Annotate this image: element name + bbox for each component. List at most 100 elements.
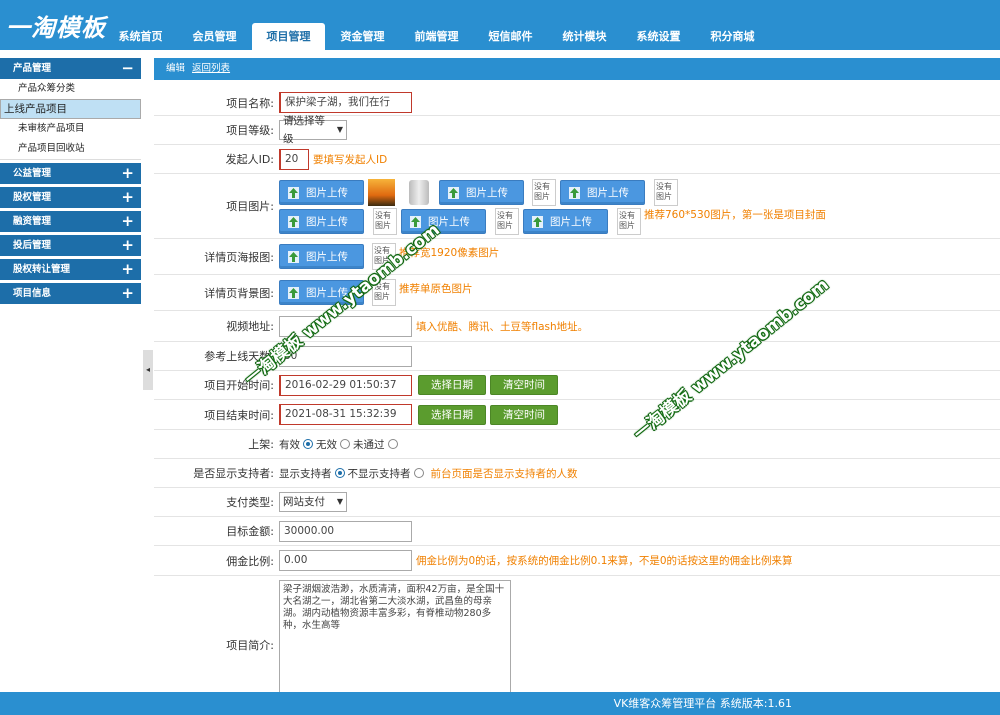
video-url-input[interactable] — [279, 315, 412, 337]
upload-button[interactable]: 图片上传 — [439, 180, 524, 205]
end-pick-date-button[interactable]: 选择日期 — [418, 404, 486, 425]
nav-projects[interactable]: 项目管理 — [252, 23, 325, 50]
sidebar-group-label: 产品管理 — [13, 63, 52, 74]
nav-frontend[interactable]: 前端管理 — [400, 23, 473, 50]
image-row-2: 图片上传 没有图片 图片上传 没有图片 图片上传 没有图片 推荐760*530图… — [279, 208, 826, 235]
sidebar-group-label: 项目信息 — [13, 288, 52, 299]
pay-type-select[interactable]: 网站支付 ▼ — [279, 492, 347, 512]
upload-button[interactable]: 图片上传 — [279, 180, 364, 205]
intro-textarea[interactable]: 梁子湖烟波浩渺，水质清清，面积42万亩，是全国十大名湖之一，湖北省第二大淡水湖，… — [279, 580, 511, 692]
shelf-radio-invalid[interactable] — [340, 439, 350, 449]
nav-sms-email[interactable]: 短信邮件 — [474, 23, 547, 50]
supporters-hint: 前台页面是否显示支持者的人数 — [430, 467, 578, 480]
target-amount-input[interactable]: 30000.00 — [279, 520, 412, 542]
show-supporters-radio[interactable] — [334, 468, 345, 478]
nav-points-mall[interactable]: 积分商城 — [696, 23, 769, 50]
field-label: 详情页背景图: — [204, 286, 274, 300]
upload-button[interactable]: 图片上传 — [523, 209, 608, 234]
shelf-radio-valid[interactable] — [303, 439, 313, 449]
level-select[interactable]: 请选择等级 ▼ — [279, 115, 347, 145]
expand-icon[interactable]: + — [121, 259, 134, 280]
upload-icon — [288, 250, 299, 263]
row-video: 视频地址: 填入优酷、腾讯、土豆等flash地址。 — [154, 311, 1000, 342]
row-pay-type: 支付类型: 网站支付 ▼ — [154, 488, 1000, 517]
upload-button[interactable]: 图片上传 — [279, 280, 364, 305]
start-time-input[interactable]: 2016-02-29 01:50:37 — [279, 374, 412, 396]
trash-icon[interactable] — [409, 180, 429, 205]
sidebar-group-equity[interactable]: 股权管理 + — [0, 187, 141, 208]
sidebar-group-label: 公益管理 — [13, 168, 52, 179]
poster-hint: 推荐宽1920像素图片 — [399, 246, 500, 259]
sidebar-group-charity[interactable]: 公益管理 + — [0, 163, 141, 184]
breadcrumb: 编辑 返回列表 — [154, 58, 1000, 80]
upload-icon — [532, 215, 543, 228]
no-image-placeholder: 没有图片 — [372, 279, 396, 306]
row-project-images: 项目图片: 图片上传 图片上传 没有图片 图片上传 没有图片 图片上传 没有图片… — [154, 174, 1000, 239]
footer: VK维客众筹管理平台 系统版本:1.61 — [0, 692, 1000, 715]
expand-icon[interactable]: + — [121, 283, 134, 304]
field-label: 项目结束时间: — [204, 408, 274, 422]
upload-button[interactable]: 图片上传 — [279, 244, 364, 269]
online-days-input[interactable]: 30 — [279, 345, 412, 367]
start-pick-date-button[interactable]: 选择日期 — [418, 375, 486, 395]
expand-icon[interactable]: + — [121, 187, 134, 208]
nav-funds[interactable]: 资金管理 — [326, 23, 399, 50]
upload-button[interactable]: 图片上传 — [560, 180, 645, 205]
no-image-placeholder: 没有图片 — [372, 243, 396, 270]
background-hint: 推荐单原色图片 — [399, 282, 473, 295]
initiator-hint: 要填写发起人ID — [313, 153, 388, 166]
nav-members[interactable]: 会员管理 — [178, 23, 251, 50]
sidebar-item-unreviewed[interactable]: 未审核产品项目 — [0, 119, 141, 139]
sidebar-group-equity-transfer[interactable]: 股权转让管理 + — [0, 259, 141, 280]
sidebar-item-categories[interactable]: 产品众筹分类 — [0, 79, 141, 99]
row-intro: 项目简介: 梁子湖烟波浩渺，水质清清，面积42万亩，是全国十大名湖之一，湖北省第… — [154, 576, 1000, 692]
sidebar-group-product[interactable]: 产品管理 − — [0, 58, 141, 79]
sidebar-group-label: 投后管理 — [13, 240, 52, 251]
upload-icon — [410, 215, 421, 228]
commission-input[interactable]: 0.00 — [279, 550, 412, 571]
nav-settings[interactable]: 系统设置 — [622, 23, 695, 50]
upload-icon — [288, 215, 299, 228]
no-image-placeholder: 没有图片 — [532, 179, 556, 206]
images-hint: 推荐760*530图片，第一张是项目封面 — [644, 209, 826, 221]
sidebar: 产品管理 − 产品众筹分类 上线产品项目 未审核产品项目 产品项目回收站 公益管… — [0, 58, 141, 692]
initiator-id-input[interactable]: 20 — [279, 148, 309, 170]
upload-icon — [448, 186, 459, 199]
start-clear-time-button[interactable]: 清空时间 — [490, 375, 558, 395]
sidebar-group-post-investment[interactable]: 投后管理 + — [0, 235, 141, 256]
shelf-option-rejected-label: 未通过 — [353, 438, 385, 451]
sidebar-collapse-handle[interactable]: ◂ — [143, 350, 153, 390]
sidebar-group-project-info[interactable]: 项目信息 + — [0, 283, 141, 304]
sidebar-group-financing[interactable]: 融资管理 + — [0, 211, 141, 232]
video-hint: 填入优酷、腾讯、土豆等flash地址。 — [416, 320, 589, 333]
field-label: 参考上线天数: — [204, 350, 274, 363]
sunset-thumbnail[interactable] — [368, 179, 395, 206]
expand-icon[interactable]: + — [121, 235, 134, 256]
sidebar-item-recycle-bin[interactable]: 产品项目回收站 — [0, 139, 141, 159]
expand-icon[interactable]: + — [121, 211, 134, 232]
end-clear-time-button[interactable]: 清空时间 — [490, 404, 558, 425]
field-label: 视频地址: — [226, 320, 274, 333]
shelf-option-invalid-label: 无效 — [316, 438, 337, 451]
sidebar-item-online-projects[interactable]: 上线产品项目 — [0, 99, 141, 119]
field-label: 项目名称: — [226, 96, 274, 110]
upload-button-label: 图片上传 — [306, 251, 348, 263]
hide-supporters-radio[interactable] — [413, 468, 424, 478]
chevron-down-icon: ▼ — [336, 497, 343, 506]
sidebar-group-label: 股权管理 — [13, 192, 52, 203]
row-initiator-id: 发起人ID: 20 要填写发起人ID — [154, 145, 1000, 174]
main-content: 编辑 返回列表 项目名称: 保护梁子湖，我们在行动。 项目等级: 请选择等级▼ … — [154, 58, 1000, 692]
back-to-list-link[interactable]: 返回列表 — [192, 63, 230, 74]
row-project-name: 项目名称: 保护梁子湖，我们在行动。 — [154, 90, 1000, 127]
nav-home[interactable]: 系统首页 — [104, 23, 177, 50]
hide-supporters-label: 不显示支持者 — [347, 467, 411, 480]
shelf-radio-rejected[interactable] — [387, 439, 398, 449]
collapse-icon[interactable]: − — [121, 58, 134, 79]
row-target-amount: 目标金额: 30000.00 — [154, 517, 1000, 546]
expand-icon[interactable]: + — [121, 163, 134, 184]
end-time-input[interactable]: 2021-08-31 15:32:39 — [279, 404, 412, 425]
upload-button[interactable]: 图片上传 — [279, 209, 364, 234]
upload-button[interactable]: 图片上传 — [401, 209, 486, 234]
nav-statistics[interactable]: 统计模块 — [548, 23, 621, 50]
project-name-input[interactable]: 保护梁子湖，我们在行动。 — [279, 92, 412, 127]
